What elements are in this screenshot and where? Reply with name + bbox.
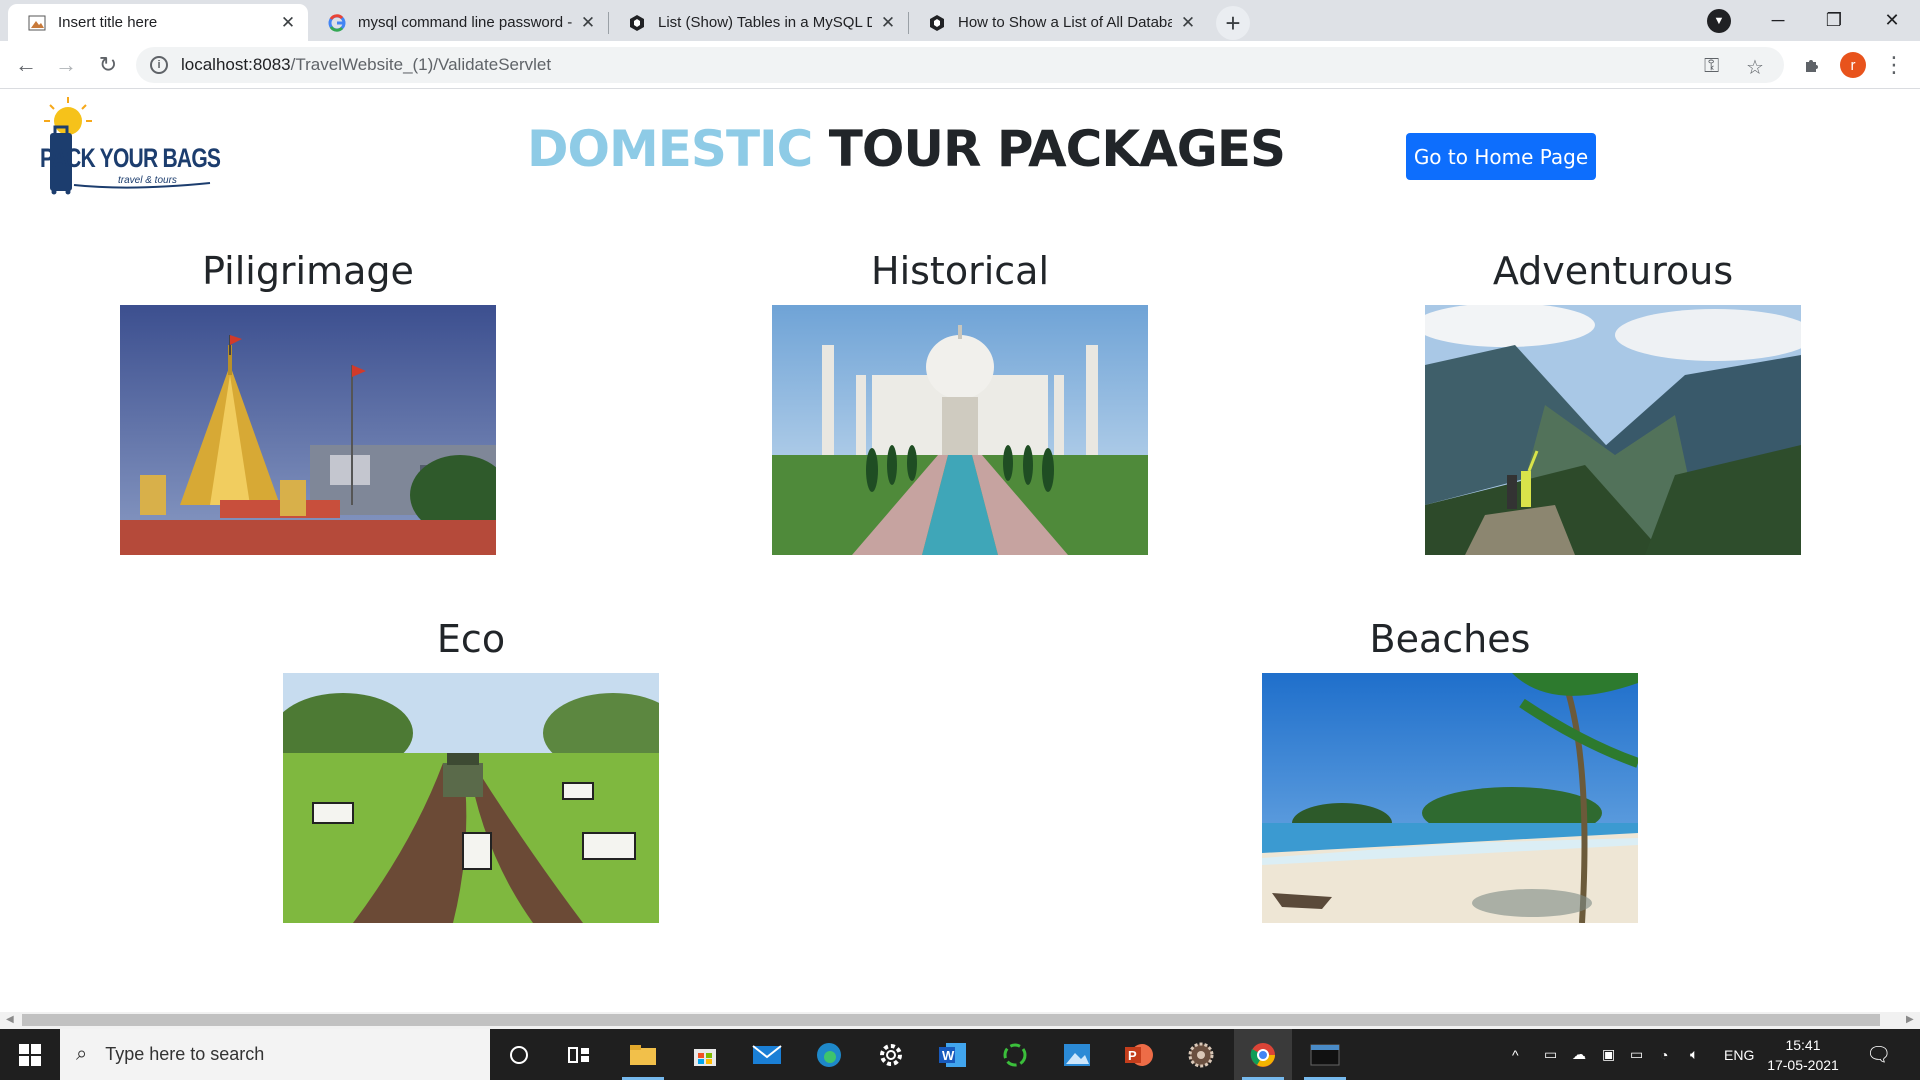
google-icon — [328, 13, 346, 32]
scroll-left-icon[interactable]: ◀ — [6, 1014, 14, 1025]
minimize-icon[interactable]: ─ — [1750, 0, 1806, 41]
mysql-shell-icon[interactable] — [1296, 1029, 1354, 1080]
show-hidden-icons-icon[interactable]: ^ — [1512, 1029, 1519, 1080]
package-title: Piligrimage — [202, 249, 414, 293]
windows-taskbar: ⌕ Type here to search W P ^ ▭ ☁ ▣ ▭ ◔ 🔈︎… — [0, 1029, 1920, 1080]
new-tab-button[interactable]: + — [1216, 6, 1250, 40]
search-placeholder: Type here to search — [105, 1044, 265, 1064]
volume-icon[interactable]: 🔈︎ — [1690, 1029, 1698, 1080]
reload-icon[interactable]: ↻ — [92, 49, 124, 81]
svg-text:W: W — [942, 1048, 955, 1063]
horizontal-scrollbar[interactable]: ◀ ▶ — [0, 1012, 1920, 1029]
site-info-icon[interactable]: i — [150, 56, 168, 74]
close-tab-icon[interactable]: ✕ — [578, 13, 598, 33]
close-tab-icon[interactable]: ✕ — [278, 13, 298, 33]
safari-zebras-image[interactable] — [283, 673, 659, 923]
battery-icon[interactable]: ▭ — [1630, 1029, 1643, 1080]
back-icon[interactable]: ← — [10, 49, 42, 81]
cortana-icon[interactable] — [490, 1029, 548, 1080]
edge-browser-icon[interactable] — [800, 1029, 858, 1080]
restore-icon[interactable]: ❐ — [1806, 0, 1862, 41]
browser-menu-icon[interactable]: ⋮ — [1878, 49, 1910, 81]
onedrive-icon[interactable]: ☁ — [1572, 1029, 1586, 1080]
tab-title: Insert title here — [58, 14, 158, 31]
close-tab-icon[interactable]: ✕ — [1178, 13, 1198, 33]
tab-search-icon[interactable]: ▼ — [1707, 9, 1731, 33]
tool-gear-app-icon[interactable] — [1172, 1029, 1230, 1080]
windows-start-icon[interactable] — [0, 1029, 60, 1080]
scrollbar-thumb[interactable] — [22, 1014, 1880, 1026]
forward-icon[interactable]: → — [50, 49, 82, 81]
package-card-beaches[interactable]: Beaches — [1262, 617, 1638, 923]
powerpoint-icon[interactable]: P — [1110, 1029, 1168, 1080]
language-indicator[interactable]: ENG — [1724, 1029, 1754, 1080]
package-card-eco[interactable]: Eco — [283, 617, 659, 923]
go-to-home-button[interactable]: Go to Home Page — [1406, 133, 1596, 180]
wifi-icon[interactable]: ◔ — [1660, 1029, 1668, 1080]
package-title: Beaches — [1369, 617, 1531, 661]
package-title: Adventurous — [1492, 249, 1734, 293]
tab-title: mysql command line password - — [358, 14, 572, 31]
extensions-icon[interactable] — [1796, 49, 1828, 81]
taskbar-search-box[interactable]: ⌕ Type here to search — [60, 1029, 490, 1080]
word-icon[interactable]: W — [924, 1029, 982, 1080]
search-icon: ⌕ — [76, 1043, 88, 1065]
settings-gear-icon[interactable] — [862, 1029, 920, 1080]
browser-toolbar: ← → ↻ i localhost:8083/TravelWebsite_(1)… — [0, 41, 1920, 89]
url-text: localhost:8083/TravelWebsite_(1)/Validat… — [181, 55, 552, 74]
clock-time: 15:41 — [1785, 1037, 1821, 1053]
temple-image[interactable] — [120, 305, 496, 555]
close-window-icon[interactable]: ✕ — [1864, 0, 1920, 41]
chrome-icon[interactable] — [1234, 1029, 1292, 1080]
svg-text:P: P — [1128, 1048, 1137, 1063]
package-title: Eco — [436, 617, 506, 661]
package-title: Historical — [871, 249, 1049, 293]
heading-rest: TOUR PACKAGES — [812, 120, 1286, 178]
scroll-right-icon[interactable]: ▶ — [1906, 1014, 1914, 1025]
store-icon[interactable] — [676, 1029, 734, 1080]
taskbar-clock[interactable]: 15:41 17-05-2021 — [1762, 1035, 1844, 1075]
package-card-piligrimage[interactable]: Piligrimage — [120, 249, 496, 555]
photos-icon[interactable] — [1048, 1029, 1106, 1080]
tab-list-databases[interactable]: How to Show a List of All Databa ✕ — [908, 4, 1208, 41]
clock-date: 17-05-2021 — [1767, 1057, 1839, 1073]
tab-list-tables[interactable]: List (Show) Tables in a MySQL Da ✕ — [608, 4, 908, 41]
beach-image[interactable] — [1262, 673, 1638, 923]
tab-title: List (Show) Tables in a MySQL Da — [658, 14, 872, 31]
mountains-image[interactable] — [1425, 305, 1801, 555]
key-icon[interactable]: ⚿ — [1704, 55, 1719, 78]
action-center-icon[interactable]: 🗨︎ — [1866, 1029, 1891, 1080]
close-tab-icon[interactable]: ✕ — [878, 13, 898, 33]
tab-mysql-password[interactable]: mysql command line password - ✕ — [308, 4, 608, 41]
meet-now-icon[interactable]: ▭ — [1544, 1029, 1557, 1080]
browser-tab-bar: Insert title here ✕ mysql command line p… — [0, 0, 1920, 41]
tab-title: How to Show a List of All Databa — [958, 14, 1172, 31]
page-content: PACK YOUR BAGS travel & tours DOMESTIC T… — [0, 89, 1920, 1012]
progress-ring-app-icon[interactable] — [986, 1029, 1044, 1080]
package-card-adventurous[interactable]: Adventurous — [1425, 249, 1801, 555]
file-explorer-icon[interactable] — [614, 1029, 672, 1080]
task-view-icon[interactable] — [550, 1029, 608, 1080]
hexagon-site-icon — [928, 14, 946, 32]
bookmark-star-icon[interactable]: ☆ — [1746, 55, 1764, 80]
profile-avatar[interactable]: r — [1840, 52, 1866, 78]
taj-mahal-image[interactable] — [772, 305, 1148, 555]
address-bar[interactable]: i localhost:8083/TravelWebsite_(1)/Valid… — [136, 47, 1784, 83]
mail-icon[interactable] — [738, 1029, 796, 1080]
network-status-icon[interactable]: ▣ — [1602, 1029, 1615, 1080]
package-card-historical[interactable]: Historical — [772, 249, 1148, 555]
hexagon-site-icon — [628, 14, 646, 32]
tab-insert-title[interactable]: Insert title here ✕ — [8, 4, 308, 41]
page-favicon-icon — [28, 14, 46, 32]
heading-accent-word: DOMESTIC — [527, 120, 813, 178]
